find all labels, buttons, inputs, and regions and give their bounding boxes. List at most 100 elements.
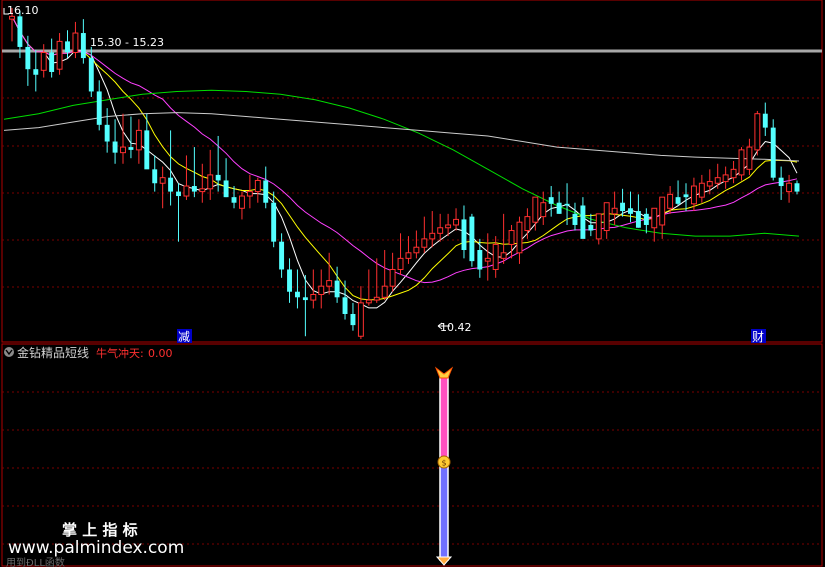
candle-body-up	[381, 285, 388, 298]
candle-body-down	[215, 174, 221, 181]
candle-body-up	[532, 196, 539, 223]
candle-body-down	[580, 205, 586, 239]
panel-collapse-icon[interactable]	[4, 347, 14, 357]
chart-canvas: 16.10 15.30 - 15.23 10.42 减 财 金钻精品短线 牛气冲…	[1, 0, 823, 567]
candle-body-up	[492, 243, 499, 270]
signal-bar-upper	[439, 373, 449, 463]
candle-body-up	[120, 146, 126, 154]
candle-body-down	[33, 69, 39, 75]
candle-body-down	[572, 213, 578, 225]
candle-body-down	[762, 113, 768, 128]
candle-body-down	[263, 180, 269, 203]
candle-body-down	[683, 194, 689, 198]
watermark-url: www.palmindex.com	[8, 538, 184, 558]
candle-body-down	[80, 33, 86, 59]
candle-body-up	[437, 227, 444, 234]
candle-body-down	[477, 250, 483, 270]
candle-body-up	[405, 252, 412, 259]
indicator-param-label: 牛气冲天:	[96, 346, 144, 360]
candle-body-up	[738, 149, 745, 176]
candle-body-down	[191, 186, 197, 192]
candle-body-up	[690, 185, 697, 205]
candle-body-down	[588, 224, 594, 231]
candle-body-up	[135, 129, 142, 151]
candle-body-up	[786, 182, 793, 193]
candle-body-up	[524, 216, 531, 232]
candle-body-down	[231, 197, 237, 203]
candle-body-down	[168, 177, 174, 192]
candle-body-up	[651, 207, 658, 229]
indicator-param-value: 0.00	[148, 347, 173, 360]
watermark-cn: 掌 上 指 标	[62, 521, 138, 539]
candle-body-down	[271, 202, 277, 242]
low-price-label: 10.42	[440, 321, 472, 334]
candle-body-up	[429, 232, 436, 240]
candle-body-up	[238, 195, 245, 209]
candle-body-down	[25, 46, 31, 70]
candle-body-up	[484, 257, 491, 262]
candle-body-up	[508, 230, 515, 245]
candle-body-down	[778, 177, 784, 187]
high-price-label: 16.10	[7, 4, 39, 17]
candle-body-up	[730, 168, 737, 179]
candle-body-up	[310, 294, 317, 301]
candle-body-down	[112, 141, 118, 153]
candle-body-down	[294, 291, 300, 298]
candle-body-up	[318, 285, 325, 296]
candle-body-up	[199, 188, 206, 193]
candle-body-up	[326, 280, 333, 287]
candle-body-down	[279, 241, 285, 270]
candle-body-down	[96, 91, 102, 125]
candle-body-down	[128, 147, 134, 150]
watermark-sub: 用到ÐLL函数	[6, 556, 65, 567]
candle-body-up	[246, 191, 253, 197]
candle-body-up	[397, 257, 404, 270]
candle-body-up	[445, 224, 452, 229]
candle-body-up	[373, 296, 380, 301]
candle-body-down	[620, 202, 626, 212]
candle-body-down	[144, 130, 150, 170]
candle-body-down	[65, 41, 70, 53]
candle-body-down	[548, 197, 554, 204]
candle-body-up	[540, 202, 547, 218]
candle-body-down	[302, 297, 308, 301]
candle-body-up	[746, 146, 753, 170]
candle-body-up	[667, 193, 674, 209]
candle-body-up	[56, 40, 63, 70]
candle-body-up	[516, 221, 523, 254]
indicator-name[interactable]: 金钻精品短线	[17, 345, 89, 360]
candle-body-down	[176, 191, 181, 197]
candle-body-up	[254, 179, 261, 193]
candle-body-down	[770, 127, 776, 178]
range-label: 15.30 - 15.23	[90, 36, 164, 49]
signal-label-jian: 减	[178, 330, 190, 344]
candle-body-down	[564, 203, 570, 206]
candle-body-up	[706, 181, 713, 187]
candle-body-down	[49, 52, 55, 72]
candle-body-down	[152, 169, 158, 184]
candle-body-up	[72, 32, 79, 54]
candle-body-down	[794, 183, 800, 192]
candle-body-up	[500, 252, 507, 259]
candle-body-down	[643, 213, 649, 225]
candle-body-up	[413, 246, 420, 254]
candle-body-up	[159, 177, 166, 184]
candle-body-up	[389, 268, 396, 287]
candle-body-up	[207, 174, 214, 190]
candle	[754, 110, 761, 156]
signal-bar-lower	[439, 465, 449, 561]
signal-label-cai: 财	[752, 330, 764, 344]
candle-body-up	[365, 299, 372, 304]
candle	[469, 213, 475, 267]
candle-body-up	[421, 238, 428, 248]
candle-body-up	[754, 113, 761, 151]
candle	[770, 119, 776, 181]
candle-body-down	[17, 16, 23, 47]
candle-body-up	[603, 202, 610, 232]
candle-body-up	[722, 174, 729, 183]
candle-body-down	[469, 216, 475, 262]
candle-body-down	[287, 269, 292, 292]
candle-body-down	[350, 313, 356, 326]
candle-body-down	[334, 280, 340, 298]
candle-body-up	[611, 207, 618, 215]
